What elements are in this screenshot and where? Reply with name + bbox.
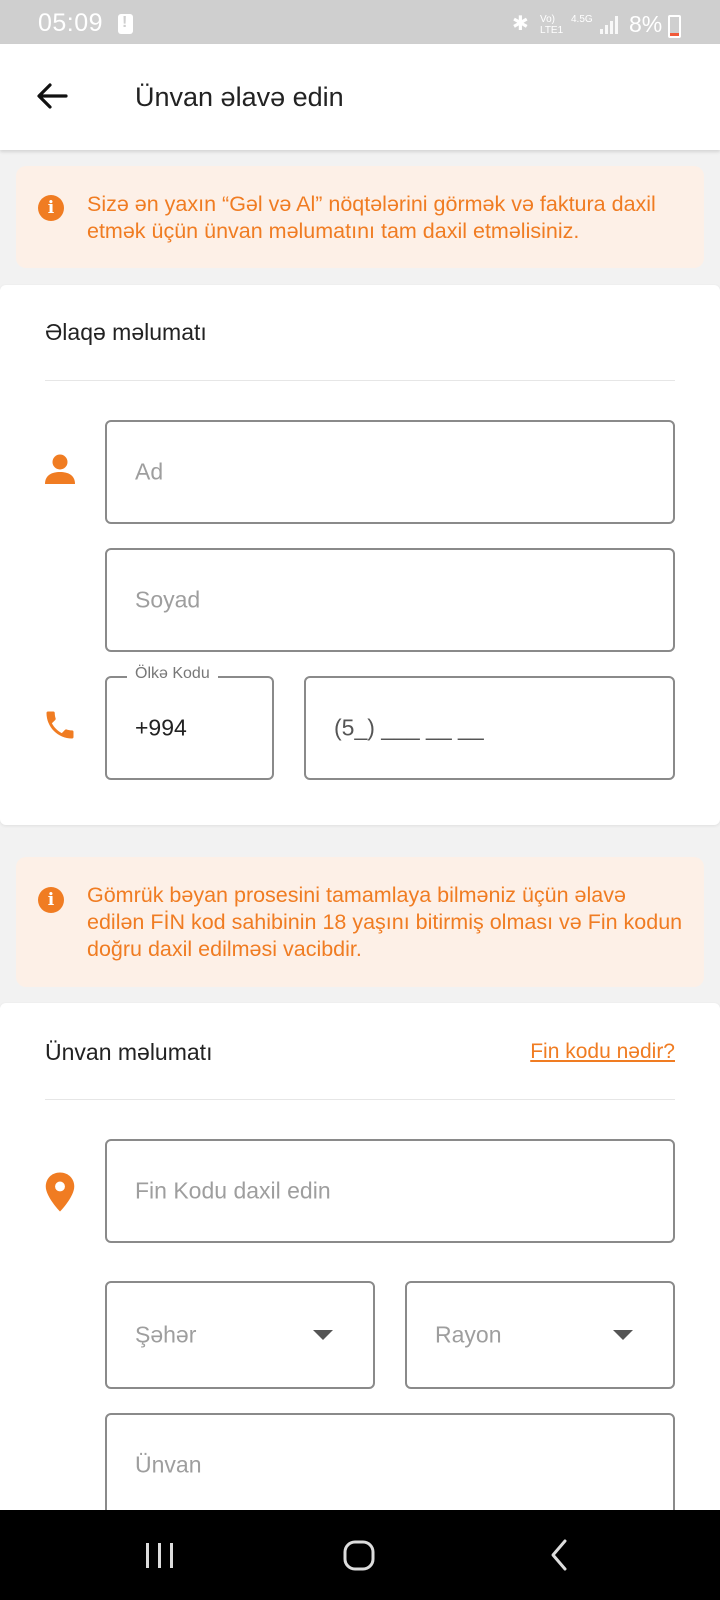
section-title-contact: Əlaqə məlumatı	[45, 319, 207, 345]
app-bar: Ünvan əlavə edin	[0, 44, 720, 150]
alert-icon	[118, 14, 133, 34]
recent-apps-icon[interactable]	[140, 1530, 180, 1580]
phone-mask: (5_) ___ __ __	[334, 714, 484, 741]
signal-icon	[600, 16, 620, 34]
city-placeholder: Şəhər	[135, 1321, 197, 1348]
address-card: Ünvan məlumatı Fin kodu nədir? Fin Kodu …	[0, 1003, 720, 1563]
country-code-value: +994	[135, 714, 187, 741]
last-name-placeholder: Soyad	[135, 586, 201, 613]
address-field[interactable]: Ünvan	[105, 1413, 675, 1517]
status-bar: 05:09 ✱ Vo) LTE1 4.5G 8%	[0, 0, 720, 44]
home-icon[interactable]	[340, 1530, 380, 1580]
info-banner-address: i Sizə ən yaxın “Gəl və Al” nöqtələrini …	[16, 166, 704, 268]
status-time: 05:09	[38, 9, 104, 37]
network-type: 4.5G	[571, 14, 593, 25]
chevron-down-icon	[613, 1330, 633, 1340]
page-title: Ünvan əlavə edin	[135, 82, 344, 112]
country-code-field[interactable]: Ölkə Kodu +994	[105, 665, 274, 780]
phone-number-field[interactable]: (5_) ___ __ __	[304, 676, 675, 780]
phone-icon	[42, 707, 78, 743]
district-placeholder: Rayon	[435, 1321, 502, 1348]
city-dropdown[interactable]: Şəhər	[105, 1281, 375, 1389]
address-placeholder: Ünvan	[135, 1451, 202, 1478]
country-code-label: Ölkə Kodu	[127, 665, 218, 683]
section-title-address: Ünvan məlumatı	[45, 1039, 213, 1065]
info-banner-customs: i Gömrük bəyan prosesini tamamlaya bilmə…	[16, 857, 704, 987]
chevron-down-icon	[313, 1330, 333, 1340]
person-icon	[42, 451, 78, 487]
arrow-left-icon[interactable]	[34, 78, 70, 114]
network-indicator: Vo) LTE1	[540, 14, 564, 36]
system-nav-bar	[0, 1510, 720, 1600]
info-text: Gömrük bəyan prosesini tamamlaya bilməni…	[87, 883, 683, 961]
back-nav-icon[interactable]	[545, 1530, 575, 1580]
contact-card: Əlaqə məlumatı Ad Soyad Ölkə Kodu +994 (…	[0, 285, 720, 825]
last-name-field[interactable]: Soyad	[105, 548, 675, 652]
divider	[45, 380, 675, 381]
divider	[45, 1099, 675, 1100]
info-text: Sizə ən yaxın “Gəl və Al” nöqtələrini gö…	[87, 192, 656, 243]
fin-code-placeholder: Fin Kodu daxil edin	[135, 1177, 331, 1204]
fin-code-field[interactable]: Fin Kodu daxil edin	[105, 1139, 675, 1243]
location-pin-icon	[42, 1171, 78, 1213]
fin-help-link[interactable]: Fin kodu nədir?	[530, 1040, 675, 1064]
first-name-field[interactable]: Ad	[105, 420, 675, 524]
battery-level: 8%	[629, 11, 663, 37]
info-icon: i	[38, 887, 64, 913]
battery-icon	[668, 15, 681, 38]
district-dropdown[interactable]: Rayon	[405, 1281, 675, 1389]
info-icon: i	[38, 195, 64, 221]
first-name-placeholder: Ad	[135, 458, 164, 485]
bluetooth-icon: ✱	[512, 13, 529, 35]
